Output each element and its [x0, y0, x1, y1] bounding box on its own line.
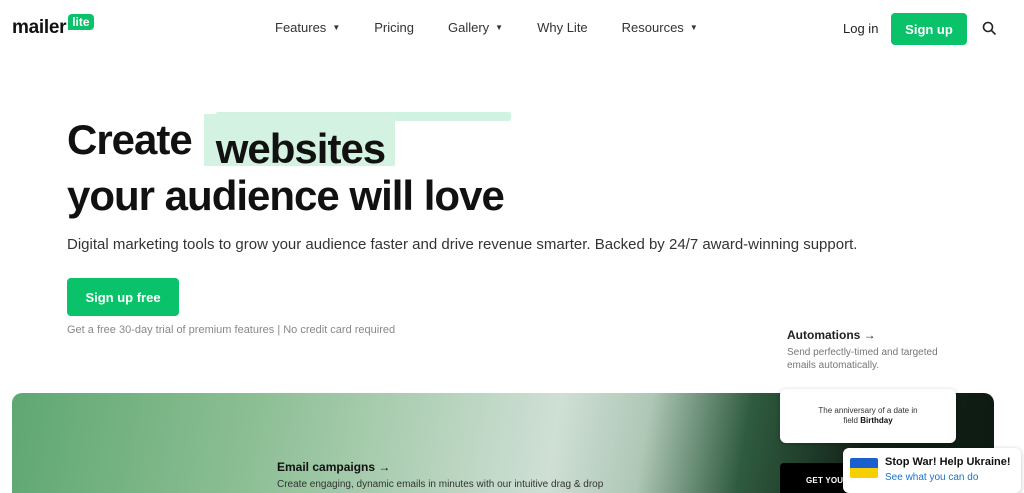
automations-description: Send perfectly-timed and targeted emails… [787, 347, 938, 371]
hero-headline-line1: Create websites [67, 114, 396, 172]
automation-trigger-card: The anniversary of a date in field Birth… [780, 389, 956, 443]
nav-item-features[interactable]: Features ▼ [275, 20, 340, 35]
trigger-card-field: Birthday [860, 416, 893, 425]
trigger-card-line2: field Birthday [843, 416, 892, 426]
ukraine-flag-icon [850, 458, 878, 478]
signup-free-button[interactable]: Sign up free [67, 278, 179, 316]
automations-link[interactable]: Automations → [787, 328, 876, 342]
nav-item-resources[interactable]: Resources ▼ [622, 20, 698, 35]
hero-headline-prefix: Create [67, 116, 193, 163]
nav-item-label: Gallery [447, 20, 490, 35]
logo-text: mailer [12, 17, 67, 38]
signup-button[interactable]: Sign up [891, 13, 967, 45]
hero-rotating-word-text: websites [215, 125, 386, 172]
login-link[interactable]: Log in [843, 21, 878, 36]
nav-item-pricing[interactable]: Pricing [374, 20, 414, 35]
chevron-down-icon: ▼ [689, 23, 698, 32]
trigger-card-prefix: field [843, 416, 858, 425]
main-nav: Features ▼ Pricing Gallery ▼ Why Lite Re… [275, 20, 732, 35]
chevron-down-icon: ▼ [495, 23, 504, 32]
search-icon[interactable] [982, 21, 996, 35]
ukraine-widget-title: Stop War! Help Ukraine! [885, 456, 1011, 468]
nav-item-label: Why Lite [537, 20, 588, 35]
ukraine-widget-link[interactable]: See what you can do [885, 472, 978, 483]
nav-item-gallery[interactable]: Gallery ▼ [448, 20, 503, 35]
trigger-card-line1: The anniversary of a date in [818, 406, 918, 415]
ukraine-support-widget[interactable]: Stop War! Help Ukraine! See what you can… [843, 448, 1021, 493]
hero-headline-line2: your audience will love [67, 172, 505, 219]
nav-item-why-lite[interactable]: Why Lite [537, 20, 588, 35]
site-header: mailer lite Features ▼ Pricing Gallery ▼… [0, 0, 1024, 56]
nav-item-label: Pricing [374, 20, 414, 35]
nav-item-label: Features [275, 20, 327, 35]
email-campaigns-description: Create engaging, dynamic emails in minut… [277, 479, 604, 490]
chevron-down-icon: ▼ [332, 23, 341, 32]
hero-rotating-word: websites [203, 114, 396, 172]
mailerlite-logo[interactable]: mailer lite [12, 14, 94, 40]
logo-badge: lite [68, 14, 94, 30]
email-campaigns-link[interactable]: Email campaigns → [277, 460, 390, 474]
hero-subtitle: Digital marketing tools to grow your aud… [67, 236, 858, 253]
trial-note: Get a free 30-day trial of premium featu… [67, 324, 396, 336]
nav-item-label: Resources [621, 20, 684, 35]
